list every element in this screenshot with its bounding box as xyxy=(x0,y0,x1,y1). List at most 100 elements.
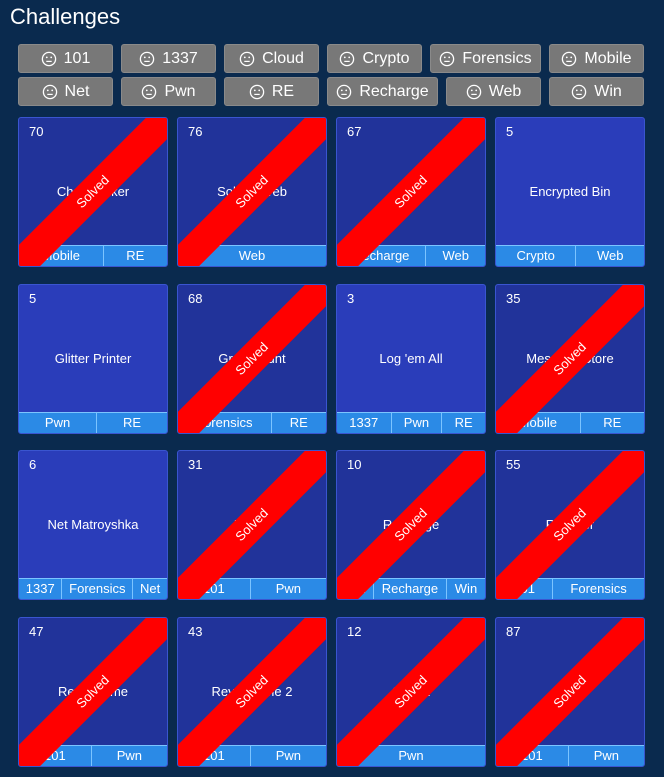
filter-mobile-button[interactable]: Mobile xyxy=(549,44,644,73)
challenge-points: 10 xyxy=(347,457,362,472)
page-title: Challenges xyxy=(10,4,121,29)
challenge-tags: 1337 Forensics Net xyxy=(19,578,167,599)
challenge-points: 47 xyxy=(29,623,44,639)
filter-label: Pwn xyxy=(164,82,196,100)
filter-1337-button[interactable]: 1337 xyxy=(121,44,216,73)
challenge-tag: Pwn xyxy=(19,412,98,433)
challenge-points: 68 xyxy=(188,290,203,306)
filter-row: Net Pwn RE Recharge Web Win xyxy=(18,77,644,106)
challenge-tag: RE xyxy=(454,414,473,430)
filter-label: Net xyxy=(64,82,90,100)
challenge-tag: 1337 xyxy=(337,412,392,433)
challenge-card[interactable]: 43Reverse me 2101PwnSolved xyxy=(177,616,327,767)
filter-label: Crypto xyxy=(362,49,410,67)
filter-web-button[interactable]: Web xyxy=(446,77,541,106)
filter-label: Mobile xyxy=(584,49,632,67)
challenge-card[interactable]: 67 Recharge Web Solved xyxy=(336,117,486,267)
challenge-tag: Crypto xyxy=(496,246,577,266)
filter-label: Forensics xyxy=(462,49,532,67)
challenge-points: 5 xyxy=(506,124,514,139)
neutral-face-icon xyxy=(571,84,587,99)
filter-label: 1337 xyxy=(162,49,198,67)
challenge-tags: 1337 Pwn RE xyxy=(337,411,485,433)
filter-crypto-button[interactable]: Crypto xyxy=(327,44,422,73)
challenge-points: 35 xyxy=(506,290,521,306)
neutral-face-icon xyxy=(340,51,355,66)
neutral-face-icon xyxy=(42,84,57,99)
neutral-face-icon xyxy=(440,51,455,66)
challenge-tag: Pwn xyxy=(116,747,142,763)
filter-cloud-button[interactable]: Cloud xyxy=(224,44,319,73)
filter-net-button[interactable]: Net xyxy=(18,77,113,106)
challenge-card[interactable]: 5 Glitter Printer Pwn RE xyxy=(18,283,168,434)
challenge-tag: Pwn xyxy=(593,747,619,763)
filter-forensics-button[interactable]: Forensics xyxy=(430,44,541,73)
challenge-card[interactable]: 12SecretPwnSolved xyxy=(336,616,486,767)
filter-win-button[interactable]: Win xyxy=(549,77,644,106)
challenge-name: Glitter Printer xyxy=(54,350,132,366)
challenge-points: 55 xyxy=(506,457,521,472)
challenge-card[interactable]: 76Solved WebWebSolved xyxy=(177,117,327,267)
filter-label: Win xyxy=(594,82,622,100)
challenge-card[interactable]: 87Shell101PwnSolved xyxy=(495,616,645,767)
challenge-tag: Net xyxy=(140,581,161,596)
challenge-tag: Web xyxy=(596,248,624,263)
challenge-tag: RE xyxy=(123,414,142,430)
challenge-tag: Forensics xyxy=(570,581,627,596)
challenge-card[interactable]: 31Pwn 3101PwnSolved xyxy=(177,450,327,600)
challenge-card[interactable]: 10RechargeNetRechargeWinSolved xyxy=(336,450,486,600)
filter-pwn-button[interactable]: Pwn xyxy=(121,77,216,106)
neutral-face-icon xyxy=(337,84,352,99)
challenge-points: 5 xyxy=(29,290,37,306)
challenge-card[interactable]: 35Message StoreMobileRESolved xyxy=(495,283,645,434)
challenge-tag: Web xyxy=(442,248,469,263)
challenge-points: 67 xyxy=(347,124,362,139)
challenge-points: 6 xyxy=(29,457,37,472)
challenge-card[interactable]: 6 Net Matroyshka 1337 Forensics Net xyxy=(18,450,168,600)
challenge-tag: RE xyxy=(126,248,145,263)
filter-re-button[interactable]: RE xyxy=(224,77,319,106)
challenge-tag: RE xyxy=(289,414,308,430)
neutral-face-icon xyxy=(142,84,157,99)
challenge-name: Encrypted Bin xyxy=(529,184,611,199)
challenge-tags: Pwn RE xyxy=(19,411,167,433)
challenge-grid: 70Chat HackerMobileRESolved76Solved WebW… xyxy=(18,117,645,767)
challenge-tag: Forensics xyxy=(62,579,134,599)
challenge-card[interactable]: 68Green HuntForensicsRESolved xyxy=(177,283,327,434)
challenge-points: 43 xyxy=(188,623,203,639)
challenge-card[interactable]: 3 Log 'em All 1337 Pwn RE xyxy=(336,283,486,434)
challenge-points: 3 xyxy=(347,290,355,306)
neutral-face-icon xyxy=(249,84,265,99)
challenge-tags: Crypto Web xyxy=(496,245,644,266)
challenge-tag: RE xyxy=(603,414,622,430)
challenge-points: 31 xyxy=(188,457,203,472)
filter-101-button[interactable]: 101 xyxy=(18,44,113,73)
challenge-card[interactable]: 70Chat HackerMobileRESolved xyxy=(18,117,168,267)
filter-label: 101 xyxy=(63,49,91,67)
challenge-tag: Recharge xyxy=(374,579,447,599)
challenge-tag: 1337 xyxy=(19,579,63,599)
filter-label: RE xyxy=(271,82,295,100)
neutral-face-icon xyxy=(139,51,155,66)
challenge-points: 76 xyxy=(188,124,203,139)
challenge-tag: Pwn xyxy=(392,412,443,433)
challenge-points: 12 xyxy=(347,623,362,639)
filter-row: 101 1337 Cloud Crypto Forensics Mobile xyxy=(18,44,644,73)
challenge-card[interactable]: 47Reverse me101PwnSolved xyxy=(18,616,168,767)
category-filters: 101 1337 Cloud Crypto Forensics Mobile N… xyxy=(18,44,644,110)
challenge-tag: Pwn xyxy=(275,747,301,763)
challenge-points: 87 xyxy=(506,623,521,639)
challenge-name: Log 'em All xyxy=(379,350,443,366)
challenge-card[interactable]: 55Recover101ForensicsSolved xyxy=(495,450,645,600)
filter-recharge-button[interactable]: Recharge xyxy=(327,77,438,106)
filter-label: Web xyxy=(488,82,522,100)
neutral-face-icon xyxy=(41,51,56,66)
challenge-points: 70 xyxy=(29,124,44,139)
challenge-name: Net Matroyshka xyxy=(47,517,139,532)
filter-label: Recharge xyxy=(359,82,429,100)
challenge-tag: Pwn xyxy=(275,581,301,596)
challenge-card[interactable]: 5 Encrypted Bin Crypto Web xyxy=(495,117,645,267)
neutral-face-icon xyxy=(466,84,481,99)
challenge-tag: Win xyxy=(454,581,478,596)
filter-label: Cloud xyxy=(262,49,304,67)
